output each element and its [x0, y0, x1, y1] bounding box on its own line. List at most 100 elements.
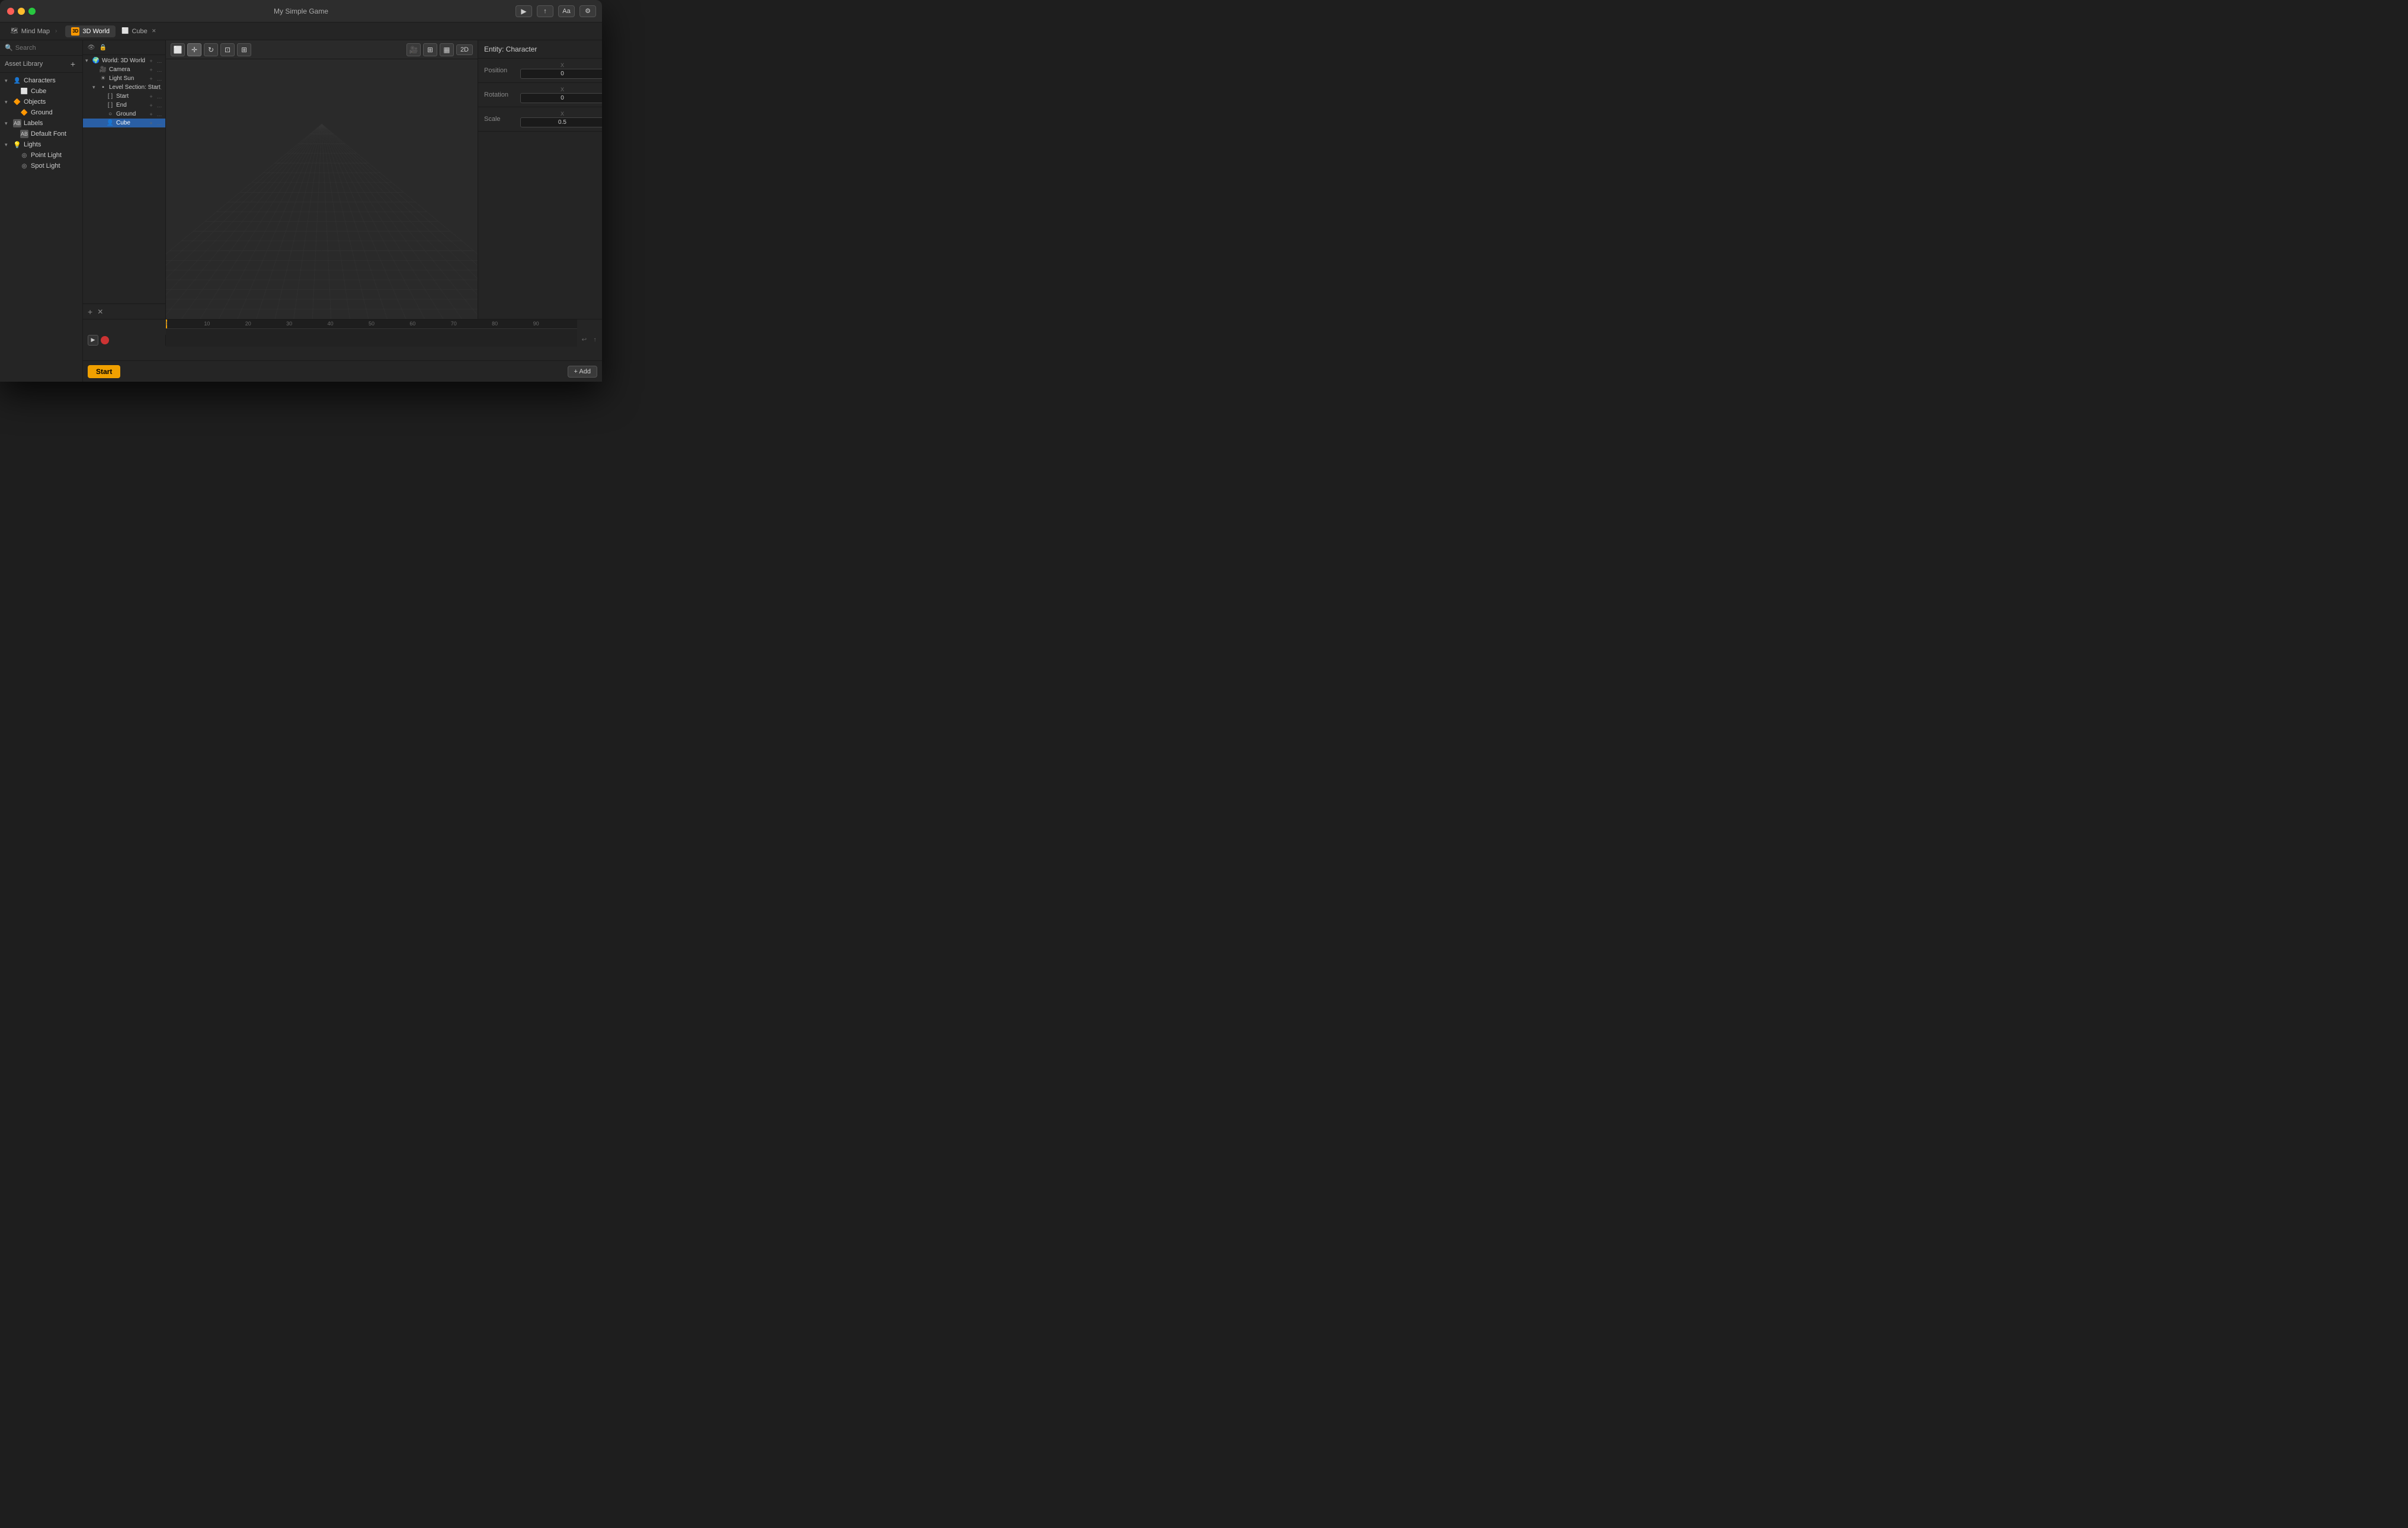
section-more-icon[interactable]: … [156, 84, 163, 91]
rotation-x-wrapper: X [520, 87, 602, 103]
lights-label: Lights [24, 141, 41, 148]
settings-button[interactable]: ⚙ [579, 5, 596, 17]
rotate-tool-button[interactable]: ↻ [204, 43, 218, 56]
scene-item-ground-obj[interactable]: ○ Ground + … [83, 110, 165, 119]
timeline-panel: ▶ 0 10 20 30 40 50 60 70 8 [83, 319, 602, 360]
eye-icon[interactable]: 👁 [87, 43, 96, 52]
add-component-button[interactable]: + Add [568, 366, 597, 378]
camera-more-icon[interactable]: … [156, 66, 163, 73]
scale-x-input[interactable] [520, 117, 602, 127]
position-label: Position [484, 67, 517, 74]
tree-item-objects[interactable]: ▾ 🔶 Objects [0, 97, 82, 107]
layout-view-button[interactable]: ▦ [440, 43, 454, 56]
tree-item-spot-light[interactable]: ◎ Spot Light [0, 161, 82, 171]
ruler-90: 90 [533, 321, 539, 327]
timeline-nav-next[interactable]: ↑ [590, 335, 600, 345]
camera-icon: 🎥 [99, 66, 107, 73]
rotation-x-input[interactable] [520, 93, 602, 103]
scene-item-end[interactable]: [ ] End + … [83, 101, 165, 110]
scale-fields: X Y Z [520, 111, 602, 127]
start-more-icon[interactable]: … [156, 93, 163, 100]
timeline-record-button[interactable] [101, 336, 109, 344]
position-x-wrapper: X [520, 62, 602, 79]
sphere-icon: 🔶 [20, 108, 28, 117]
viewport: ⬜ ✛ ↻ ⊡ ⊞ 🎥 ⊞ ▦ 2D [166, 40, 478, 319]
scene-toolbar: 👁 🔒 [83, 40, 165, 55]
tree-item-ground[interactable]: 🔶 Ground [0, 107, 82, 118]
scene-item-camera[interactable]: 🎥 Camera + … [83, 65, 165, 74]
chevron-down-icon: ▾ [5, 99, 11, 106]
move-tool-button[interactable]: ✛ [187, 43, 201, 56]
timeline-play-button[interactable]: ▶ [88, 335, 98, 346]
scene-item-world[interactable]: ▾ 🌍 World: 3D World + … [83, 56, 165, 65]
3d-canvas[interactable] [166, 59, 478, 319]
scene-end-actions: + … [148, 102, 163, 109]
asset-add-button[interactable]: + [68, 59, 78, 69]
tab-cube-close[interactable]: ✕ [150, 28, 158, 35]
tree-item-default-font[interactable]: AB Default Font [0, 129, 82, 139]
close-button[interactable] [7, 8, 14, 15]
scene-item-cube-obj[interactable]: 👤 Cube + … [83, 119, 165, 127]
cube-add-icon[interactable]: + [148, 120, 155, 127]
tab-3dworld[interactable]: 3D 3D World [65, 25, 116, 37]
scene-item-start[interactable]: [ ] Start + … [83, 92, 165, 101]
add-child-icon[interactable]: + [148, 57, 155, 65]
chevron-down-icon: ▾ [5, 142, 11, 148]
scene-item-light-sun[interactable]: ☀ Light Sun + … [83, 74, 165, 83]
tree-item-cube-char[interactable]: ⬜ Cube [0, 86, 82, 97]
start-add-icon[interactable]: + [148, 93, 155, 100]
sun-more-icon[interactable]: … [156, 75, 163, 82]
sun-add-icon[interactable]: + [148, 75, 155, 82]
tree-item-labels[interactable]: ▾ AB Labels [0, 118, 82, 129]
ground-more-icon[interactable]: … [156, 111, 163, 118]
select-tool-button[interactable]: ⬜ [171, 43, 185, 56]
section-add-icon[interactable]: + [148, 84, 155, 91]
tab-cube[interactable]: ⬜ Cube ✕ [116, 26, 164, 37]
end-more-icon[interactable]: … [156, 102, 163, 109]
rotation-fields: X Y Z [520, 87, 602, 103]
tree-item-lights[interactable]: ▾ 💡 Lights [0, 139, 82, 150]
ruler-0: 0 [166, 321, 168, 327]
play-button[interactable]: ▶ [515, 5, 532, 17]
default-font-label: Default Font [31, 130, 66, 138]
scene-add-button[interactable]: + [88, 307, 92, 317]
scene-item-level-section[interactable]: ▾ ▪ Level Section: Start + … [83, 83, 165, 92]
text-size-button[interactable]: Aa [558, 5, 575, 17]
scale-tool-button[interactable]: ⊡ [220, 43, 235, 56]
rotation-x-label: X [561, 87, 564, 92]
cube-more-icon[interactable]: … [156, 120, 163, 127]
cube-char-label: Cube [31, 88, 46, 95]
tree-item-point-light[interactable]: ◎ Point Light [0, 150, 82, 161]
position-x-label: X [561, 62, 564, 68]
person-icon: 👤 [13, 76, 21, 85]
scene-cube-actions: + … [148, 120, 163, 127]
more-icon[interactable]: … [156, 57, 163, 65]
maximize-button[interactable] [28, 8, 36, 15]
tree-item-characters[interactable]: ▾ 👤 Characters [0, 75, 82, 86]
asset-library-header: Asset Library + [0, 56, 82, 73]
minimize-button[interactable] [18, 8, 25, 15]
ruler-20: 20 [245, 321, 251, 327]
tab-mindmap[interactable]: 🗺 Mind Map › [5, 26, 65, 37]
end-add-icon[interactable]: + [148, 102, 155, 109]
objects-label: Objects [24, 98, 46, 106]
ruler-70: 70 [451, 321, 457, 327]
2d-toggle-button[interactable]: 2D [456, 44, 473, 55]
position-x-input[interactable] [520, 69, 602, 79]
scale-row: Scale X Y Z [478, 107, 602, 132]
lock-icon[interactable]: 🔒 [98, 43, 108, 52]
start-button[interactable]: Start [88, 365, 120, 378]
scene-close-button[interactable]: ✕ [97, 308, 103, 316]
end-label: End [116, 102, 127, 108]
timeline-nav-prev[interactable]: ↩ [579, 335, 589, 345]
grid-view-button[interactable]: ⊞ [423, 43, 437, 56]
snap-tool-button[interactable]: ⊞ [237, 43, 251, 56]
scene-panel: 👁 🔒 ▾ 🌍 World: 3D World + … [83, 40, 166, 319]
tab-cube-label: Cube [132, 28, 147, 35]
ground-add-icon[interactable]: + [148, 111, 155, 118]
timeline-ruler[interactable]: 0 10 20 30 40 50 60 70 80 90 [166, 319, 577, 360]
bracket-end-icon: [ ] [106, 102, 114, 108]
share-button[interactable]: ↑ [537, 5, 553, 17]
camera-view-button[interactable]: 🎥 [406, 43, 421, 56]
camera-add-icon[interactable]: + [148, 66, 155, 73]
